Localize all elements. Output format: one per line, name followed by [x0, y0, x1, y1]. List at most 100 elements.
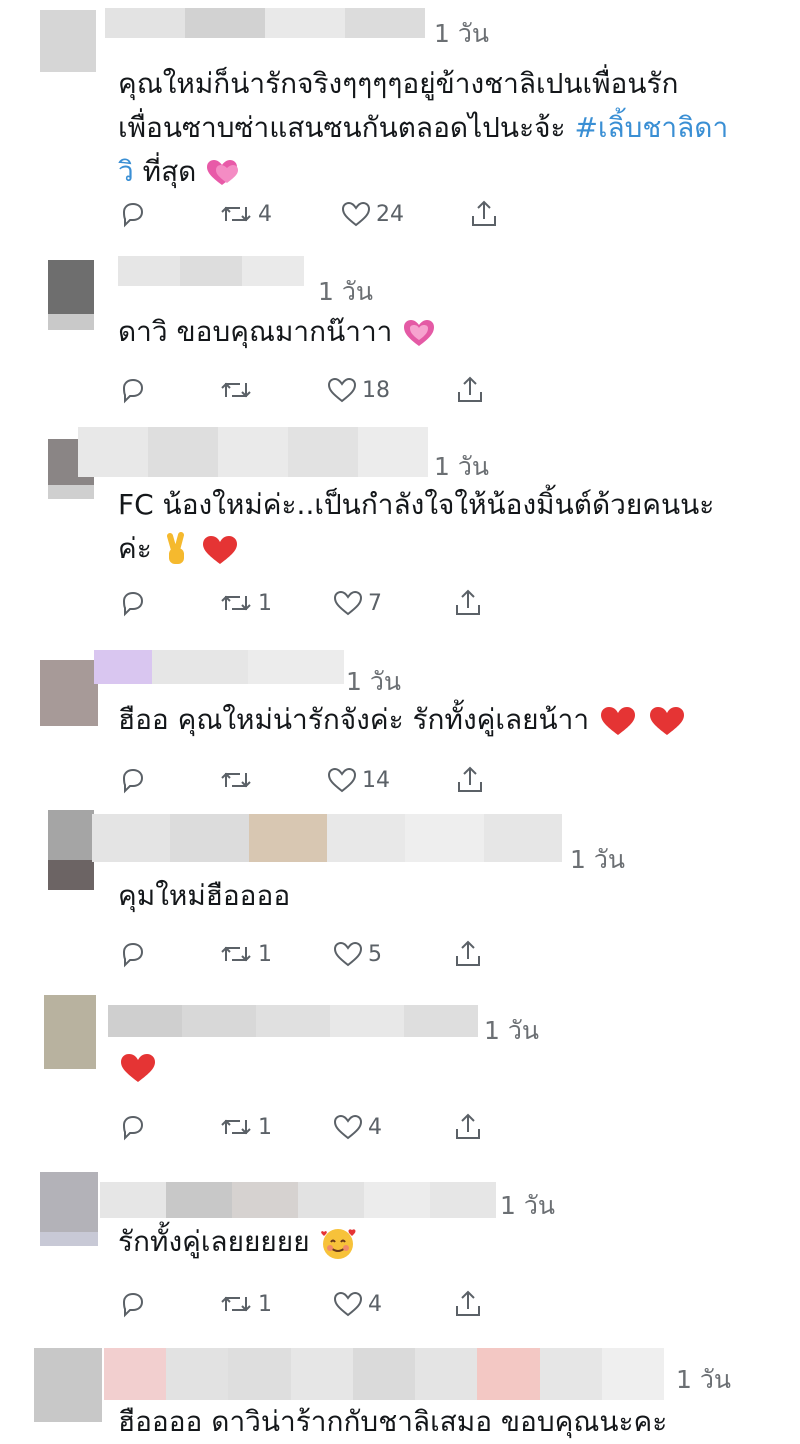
reply-button[interactable]: [118, 1284, 148, 1324]
timestamp[interactable]: 1 วัน: [346, 662, 401, 702]
reply-text: [118, 1045, 768, 1089]
username-blurred: [118, 256, 304, 286]
avatar[interactable]: [34, 1348, 102, 1422]
reply-text-part: ค่ะ: [118, 532, 152, 565]
retweet-icon: [221, 1296, 251, 1312]
timestamp[interactable]: 1 วัน: [676, 1360, 731, 1400]
retweet-button[interactable]: 1: [218, 1284, 272, 1324]
share-button[interactable]: [468, 194, 500, 234]
tweet-actions: 1 5: [118, 934, 578, 974]
reply-text: FC น้องใหม่ค่ะ..เป็นกำลังใจให้น้องมิ้นต์…: [118, 483, 768, 571]
heart-icon: [341, 201, 371, 227]
like-button[interactable]: 5: [332, 934, 382, 974]
share-button[interactable]: [454, 760, 486, 800]
reply-text-part: ฮืออ คุณใหม่น่ารักจังค่ะ รักทั้งคู่เลยน้…: [118, 703, 590, 736]
share-button[interactable]: [452, 1284, 484, 1324]
share-icon: [458, 376, 482, 402]
reply-text-part: ดาวิ ขอบคุณมากน๊าาา: [118, 315, 393, 348]
timestamp[interactable]: 1 วัน: [318, 272, 373, 312]
retweet-count: 1: [258, 590, 272, 616]
reply-icon: [122, 378, 144, 404]
username-blurred: [78, 427, 428, 477]
like-button[interactable]: 14: [326, 760, 390, 800]
reply-text-line: FC น้องใหม่ค่ะ..เป็นกำลังใจให้น้องมิ้นต์…: [118, 488, 715, 521]
red-heart-emoji-icon: [601, 707, 635, 735]
share-button[interactable]: [452, 1107, 484, 1147]
reply-text: รักทั้งคู่เลยยยยย: [118, 1220, 768, 1264]
share-icon: [456, 940, 480, 966]
like-button[interactable]: 18: [326, 370, 390, 410]
hashtag-link[interactable]: #เลิ้บชาลิดา: [574, 111, 728, 144]
username-blurred: [92, 814, 562, 862]
retweet-count: 1: [258, 1291, 272, 1317]
timestamp[interactable]: 1 วัน: [434, 14, 489, 54]
like-button[interactable]: 4: [332, 1107, 382, 1147]
reply-text-part: ฮืออออ ดาวิน่าร้ากกับชาลิเสมอ ขอบคุณนะคะ: [118, 1405, 668, 1438]
share-button[interactable]: [454, 370, 486, 410]
retweet-count: 1: [258, 941, 272, 967]
reply-icon: [122, 202, 144, 228]
like-count: 4: [368, 1114, 382, 1140]
like-button[interactable]: 4: [332, 1284, 382, 1324]
hashtag-link-cont[interactable]: วิ: [118, 155, 134, 188]
like-count: 4: [368, 1291, 382, 1317]
reply-icon: [122, 942, 144, 968]
reply-text-part: คุมใหม่ฮืออออ: [118, 879, 291, 912]
reply-button[interactable]: [118, 583, 148, 623]
like-count: 5: [368, 941, 382, 967]
retweet-button[interactable]: [218, 760, 258, 800]
share-icon: [456, 1290, 480, 1316]
avatar[interactable]: [40, 1172, 98, 1246]
retweet-icon: [221, 772, 251, 788]
avatar[interactable]: [44, 995, 96, 1069]
username-blurred: [94, 650, 344, 684]
like-button[interactable]: 24: [340, 194, 404, 234]
timestamp[interactable]: 1 วัน: [434, 447, 489, 487]
reply-text-part: รักทั้งคู่เลยยยยย: [118, 1225, 310, 1258]
avatar[interactable]: [40, 10, 96, 72]
username-blurred: [100, 1182, 496, 1218]
reply-button[interactable]: [118, 194, 148, 234]
reply-button[interactable]: [118, 370, 148, 410]
red-heart-emoji-icon: [202, 536, 237, 564]
reply-button[interactable]: [118, 760, 148, 800]
heart-icon: [327, 377, 357, 403]
retweet-button[interactable]: 1: [218, 934, 272, 974]
heart-icon: [333, 1291, 363, 1317]
share-button[interactable]: [452, 583, 484, 623]
reply-button[interactable]: [118, 934, 148, 974]
username-blurred: [104, 1348, 664, 1400]
like-button[interactable]: 7: [332, 583, 382, 623]
retweet-button[interactable]: [218, 370, 258, 410]
heart-icon: [333, 590, 363, 616]
reply-text-line: คุณใหม่ก็น่ารักจริงๆๆๆๆอยู่ข้างชาลิเปนเพ…: [118, 67, 679, 100]
retweet-icon: [221, 382, 251, 398]
tweet-actions: 1 4: [118, 1284, 578, 1324]
avatar[interactable]: [48, 260, 94, 330]
retweet-button[interactable]: 1: [218, 1107, 272, 1147]
reply-button[interactable]: [118, 1107, 148, 1147]
retweet-icon: [221, 206, 251, 222]
heart-icon: [333, 941, 363, 967]
retweet-count: 4: [258, 201, 272, 227]
username-blurred: [105, 8, 425, 38]
retweet-button[interactable]: 1: [218, 583, 272, 623]
share-button[interactable]: [452, 934, 484, 974]
reply-text: คุมใหม่ฮืออออ: [118, 874, 768, 918]
tweet-actions: 18: [118, 370, 578, 410]
avatar[interactable]: [40, 660, 98, 726]
retweet-count: 1: [258, 1114, 272, 1140]
reply-text-part: เพื่อนซาบซ่าแสนซนกันตลอดไปนะจ้ะ: [118, 111, 575, 144]
reply-text-line: เพื่อนซาบซ่าแสนซนกันตลอดไปนะจ้ะ #เลิ้บชา…: [118, 106, 768, 150]
retweet-button[interactable]: 4: [218, 194, 272, 234]
red-heart-emoji-icon: [649, 707, 684, 735]
retweet-icon: [221, 595, 251, 611]
share-icon: [456, 1113, 480, 1139]
like-count: 18: [362, 377, 390, 403]
retweet-icon: [221, 1119, 251, 1135]
retweet-icon: [221, 946, 251, 962]
heart-icon: [327, 767, 357, 793]
share-icon: [472, 200, 496, 226]
sparkling-heart-emoji-icon: [207, 160, 239, 185]
avatar[interactable]: [48, 810, 94, 890]
